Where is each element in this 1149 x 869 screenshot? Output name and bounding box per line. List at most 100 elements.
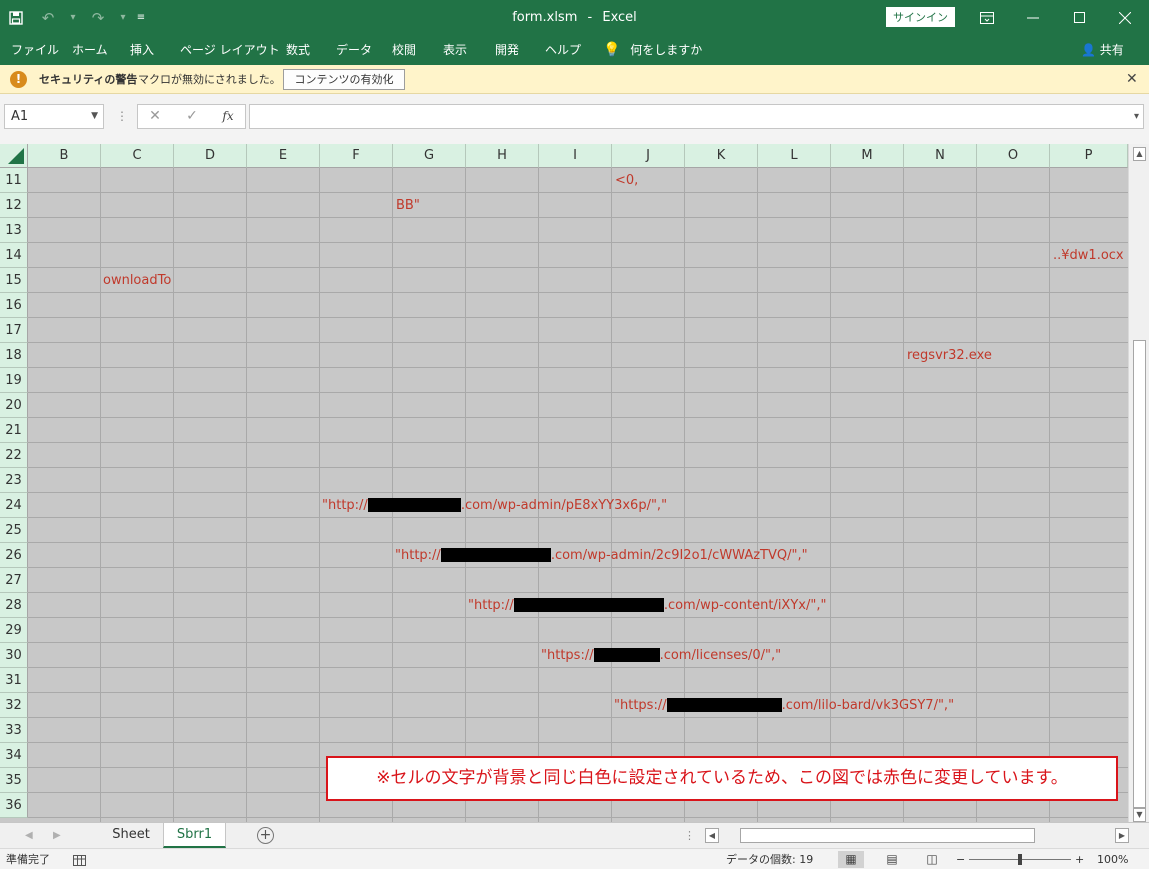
row-header-17[interactable]: 17 (0, 318, 28, 343)
enter-check-icon[interactable]: ✓ (177, 105, 207, 128)
row-header-14[interactable]: 14 (0, 243, 28, 268)
sheet-tab-sbrr1[interactable]: Sbrr1 (163, 823, 226, 848)
scroll-up-icon[interactable]: ▲ (1133, 147, 1146, 161)
tab-home[interactable]: ホーム (72, 35, 108, 65)
tab-developer[interactable]: 開発 (495, 35, 519, 65)
row-header-30[interactable]: 30 (0, 643, 28, 668)
expand-formula-icon[interactable]: ▾ (1134, 105, 1139, 128)
sheet-tab-sheet[interactable]: Sheet (99, 823, 163, 848)
tab-help[interactable]: ヘルプ (545, 35, 581, 65)
row-header-16[interactable]: 16 (0, 293, 28, 318)
column-header-j[interactable]: J (612, 144, 685, 168)
row-header-34[interactable]: 34 (0, 743, 28, 768)
column-header-m[interactable]: M (831, 144, 904, 168)
row-header-23[interactable]: 23 (0, 468, 28, 493)
page-break-preview-icon[interactable]: ◫ (919, 851, 945, 868)
cell-n18[interactable]: regsvr32.exe (907, 343, 992, 368)
cell-j11[interactable]: <0, (615, 168, 638, 193)
count-summary[interactable]: データの個数: 19 (726, 849, 813, 869)
column-header-c[interactable]: C (101, 144, 174, 168)
cell-g12[interactable]: BB" (396, 193, 420, 218)
tab-insert[interactable]: 挿入 (130, 35, 154, 65)
tab-view[interactable]: 表示 (443, 35, 467, 65)
insert-function-button[interactable]: fx (213, 105, 243, 128)
column-header-i[interactable]: I (539, 144, 612, 168)
row-header-11[interactable]: 11 (0, 168, 28, 193)
row-header-15[interactable]: 15 (0, 268, 28, 293)
cell-j32[interactable]: "https:// .com/lilo-bard/vk3GSY7/"," (614, 693, 954, 718)
prev-sheet-icon[interactable]: ◀ (25, 823, 33, 849)
close-icon[interactable] (1102, 0, 1148, 35)
name-box[interactable]: A1 ▼ (4, 104, 104, 129)
row-header-22[interactable]: 22 (0, 443, 28, 468)
signin-button[interactable]: サインイン (886, 7, 955, 27)
zoom-level[interactable]: 100% (1097, 849, 1128, 869)
row-header-12[interactable]: 12 (0, 193, 28, 218)
customize-toolbar-icon[interactable]: ≡ (132, 0, 150, 35)
redo-icon[interactable]: ↷ (82, 0, 114, 35)
minimize-icon[interactable] (1010, 0, 1056, 35)
vertical-scroll-thumb[interactable] (1133, 340, 1146, 808)
column-header-l[interactable]: L (758, 144, 831, 168)
cell-g26[interactable]: "http:// .com/wp-admin/2c9I2o1/cWWAzTVQ/"… (395, 543, 808, 568)
row-header-35[interactable]: 35 (0, 768, 28, 793)
row-header-31[interactable]: 31 (0, 668, 28, 693)
formula-bar-resize-handle[interactable]: ⋮ (116, 104, 128, 129)
column-header-h[interactable]: H (466, 144, 539, 168)
ribbon-display-options-icon[interactable] (964, 0, 1010, 35)
select-all-button[interactable] (0, 144, 28, 168)
cell-p14[interactable]: ..¥dw1.ocx (1053, 243, 1124, 268)
row-header-25[interactable]: 25 (0, 518, 28, 543)
zoom-slider-thumb[interactable] (1018, 854, 1022, 865)
row-header-20[interactable]: 20 (0, 393, 28, 418)
enable-content-button[interactable]: コンテンツの有効化 (283, 69, 405, 90)
zoom-in-button[interactable]: + (1075, 849, 1084, 869)
column-header-o[interactable]: O (977, 144, 1050, 168)
scroll-right-icon[interactable]: ▶ (1115, 828, 1129, 843)
tell-me-search[interactable]: 💡 何をしますか (603, 35, 702, 65)
row-header-24[interactable]: 24 (0, 493, 28, 518)
column-header-n[interactable]: N (904, 144, 977, 168)
column-header-d[interactable]: D (174, 144, 247, 168)
tab-split-handle[interactable]: ⋮ (684, 823, 695, 849)
row-header-13[interactable]: 13 (0, 218, 28, 243)
cell-h28[interactable]: "http:// .com/wp-content/iXYx/"," (468, 593, 826, 618)
row-header-28[interactable]: 28 (0, 593, 28, 618)
row-header-27[interactable]: 27 (0, 568, 28, 593)
row-header-18[interactable]: 18 (0, 343, 28, 368)
undo-icon[interactable]: ↶ (32, 0, 64, 35)
row-header-32[interactable]: 32 (0, 693, 28, 718)
tab-formulas[interactable]: 数式 (286, 35, 310, 65)
share-button[interactable]: 👤 共有 (1081, 35, 1124, 65)
cell-c15[interactable]: ownloadTo (103, 268, 171, 293)
page-layout-view-icon[interactable]: ▤ (879, 851, 905, 868)
horizontal-scrollbar[interactable]: ◀ ▶ (705, 828, 1129, 844)
zoom-out-button[interactable]: − (956, 849, 965, 869)
redo-dropdown-icon[interactable]: ▾ (114, 0, 132, 35)
column-header-b[interactable]: B (28, 144, 101, 168)
row-header-33[interactable]: 33 (0, 718, 28, 743)
row-header-26[interactable]: 26 (0, 543, 28, 568)
scroll-left-icon[interactable]: ◀ (705, 828, 719, 843)
scroll-down-icon[interactable]: ▼ (1133, 808, 1146, 822)
worksheet-grid[interactable]: B C D E F G H I J K L M N O P 11 12 13 1… (0, 144, 1128, 822)
maximize-icon[interactable] (1056, 0, 1102, 35)
close-warning-icon[interactable]: ✕ (1126, 65, 1138, 94)
tab-data[interactable]: データ (336, 35, 372, 65)
row-header-19[interactable]: 19 (0, 368, 28, 393)
column-header-k[interactable]: K (685, 144, 758, 168)
normal-view-icon[interactable]: ▦ (838, 851, 864, 868)
formula-input[interactable]: ▾ (249, 104, 1144, 129)
tab-page-layout[interactable]: ページ レイアウト (180, 35, 280, 65)
column-header-p[interactable]: P (1050, 144, 1128, 168)
vertical-scrollbar[interactable]: ▲ ▼ (1128, 144, 1149, 822)
row-header-29[interactable]: 29 (0, 618, 28, 643)
macro-record-icon[interactable] (73, 849, 86, 869)
column-header-f[interactable]: F (320, 144, 393, 168)
horizontal-scroll-thumb[interactable] (740, 828, 1035, 843)
cell-f24[interactable]: "http:// .com/wp-admin/pE8xYY3x6p/"," (322, 493, 667, 518)
cancel-icon[interactable]: ✕ (140, 105, 170, 128)
column-header-g[interactable]: G (393, 144, 466, 168)
next-sheet-icon[interactable]: ▶ (53, 823, 61, 849)
row-header-21[interactable]: 21 (0, 418, 28, 443)
